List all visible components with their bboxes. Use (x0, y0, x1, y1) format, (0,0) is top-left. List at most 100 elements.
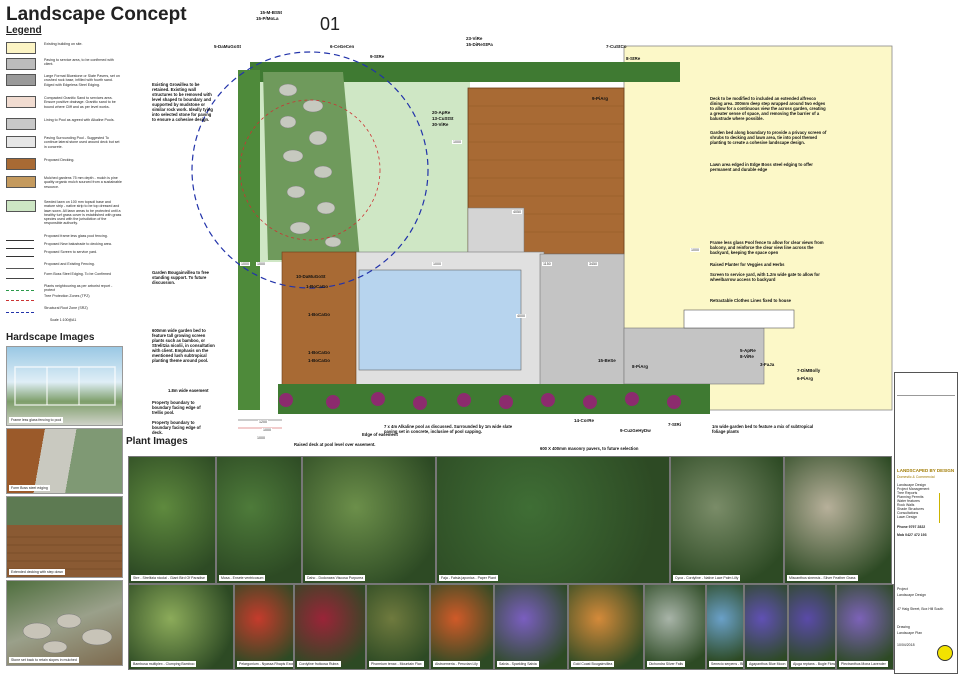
plan-label: 7-StRi (668, 422, 682, 427)
legend-text: Paving Surrounding Pool - Suggested To c… (44, 136, 120, 149)
plan-label: 9-StRe (370, 54, 385, 59)
plan-note: 1.8m wide easement (168, 388, 209, 393)
scale-label: Scale 1:100@A1 (50, 318, 77, 322)
legend-line (6, 312, 34, 313)
garden-bed-left (238, 70, 260, 410)
plan-note: 600 X 400mm masonry pavers, to future se… (540, 446, 639, 451)
mobile-label: Mob 0427 472 193 (897, 533, 927, 537)
dimension: 1000 (256, 436, 266, 440)
plant-image: Pelargonium - Nyassa Rhapis Excelsa (234, 584, 294, 670)
deck-easement (281, 251, 357, 393)
plan-note: Screen to service yard, with 1.2m wide g… (710, 272, 820, 282)
plan-note: Retractable Clothes Lines fixed to house (710, 298, 791, 303)
dimension: 1150 (542, 262, 552, 266)
plant-caption: Phormium tenax - Mountain Flax (369, 661, 424, 667)
legend-text: Structural Root Zone (SRZ) (44, 306, 88, 310)
legend-line (6, 268, 34, 269)
legend-item: Existing building on site. (6, 42, 121, 56)
dimension: 1200 (258, 420, 268, 424)
dimension: 1000 (256, 262, 266, 266)
legend-swatch (6, 200, 36, 212)
dimension: 1000 (240, 262, 250, 266)
plant-image: Salvia - Sparkling Salvia (494, 584, 568, 670)
plan-label: 14-CorRe (574, 418, 595, 423)
legend-text: Tree Protection Zones (TPZ) (44, 294, 90, 298)
plant-caption: Salvia - Sparkling Salvia (497, 661, 539, 667)
plant-images-title: Plant Images (126, 436, 188, 447)
pool (358, 269, 522, 371)
project-value: Landscape Design (897, 593, 926, 597)
legend-text: Proposed and Existing Fencing. (44, 262, 95, 266)
dimension: 4000 (516, 314, 526, 318)
plan-label: 1-BoCaGo (306, 284, 329, 289)
plant-image: Alstroemeria - Peruvian Lily (430, 584, 494, 670)
legend-line (6, 248, 34, 249)
plan-label: 8-PiArg (632, 364, 649, 369)
deck-step (467, 207, 525, 255)
plan-note: 600mm wide garden bed to feature tall gr… (152, 328, 215, 363)
plan-label: 13-CuStSt (432, 116, 454, 121)
plant-caption: Gold Coast Bougainvillea (571, 661, 615, 667)
plant-caption: Alstroemeria - Peruvian Lily (433, 661, 480, 667)
plan-note: Frame less glass Pool fence to allow for… (710, 240, 824, 255)
hardscape-caption: Form Boss steel edging (9, 485, 50, 491)
plan-label: 5-ApRe (740, 348, 756, 353)
plan-note: Raised Planter for Veggies and Herbs (710, 262, 785, 267)
plan-label: 8-ViRe (740, 354, 754, 359)
dimension: 3450 (588, 262, 598, 266)
legend-text: Form Boss Steel Edging. To be Confirmed (44, 272, 112, 276)
plan-label: 15-DiReStPa (466, 42, 493, 47)
legend-item: Compacted Granitic Sand to services area… (6, 96, 121, 110)
dimension: 1000 (690, 248, 700, 252)
plant-caption: Ajuga reptans - Bugle Flower (791, 661, 835, 667)
plan-label: 30-ViRe (432, 122, 449, 127)
plan-note: 7 x 4m Alkaline pool as discussed. Surro… (384, 424, 513, 434)
legend-text: Proposed frame less glass pool fencing. (44, 234, 108, 238)
plant-caption: Stre - Strelitzia nicolai - Giant Bird O… (131, 575, 207, 581)
hardscape-image-decking: Extended decking with step down (6, 496, 123, 578)
plant-image: Daho - Dodonaea Viscosa Purpurea (302, 456, 436, 584)
clothes-line (683, 309, 795, 329)
plan-label: 15-BeSe (598, 358, 616, 363)
hardscape-image-glass-fence: Frame less glass fencing to pool (6, 346, 123, 426)
legend-swatch (6, 158, 36, 170)
phone-label: Phone 9797 2822 (897, 525, 926, 529)
legend-text: Proposed Decking. (44, 158, 75, 162)
legend-text: Lining to Pool as agreed with Alkaline P… (44, 118, 115, 122)
plan-label: 5-DaMuGoSt (214, 44, 241, 49)
plant-caption: Faja - Fatsia japonica - Paper Plant (439, 575, 498, 581)
legend-swatch (6, 58, 36, 70)
plan-note: Property boundary to boundary facing edg… (152, 420, 201, 435)
plan-label: 3-FaJa (760, 362, 775, 367)
legend-line (6, 300, 34, 301)
legend-swatch (6, 118, 36, 130)
plant-caption: Miscanthus sinensis - Silver Feather Gra… (787, 575, 858, 581)
plan-label: 20-ApRe (432, 110, 451, 115)
legend-item: Mulched gardens 75 mm depth - mulch is p… (6, 176, 122, 190)
hardscape-caption: Stone set back to retain slopes in mulch… (9, 657, 79, 663)
legend-text: Proposed New balustrade to decking area. (44, 242, 112, 246)
legend-item: Proposed Decking. (6, 158, 121, 172)
plan-label: 6-PiArg (797, 376, 814, 381)
hardscape-caption: Frame less glass fencing to pool (9, 417, 64, 423)
legend-line (6, 290, 34, 291)
legend-item: Large Format Bluestone or Slate Pavers, … (6, 74, 121, 88)
plant-caption: Cyca - Cordyline - Native Lace Palm Lill… (673, 575, 741, 581)
plant-image: Cordyline fruticosa Rubra (294, 584, 366, 670)
drawing-label: Drawing (897, 625, 910, 629)
project-label: Project (897, 587, 908, 591)
plan-note: Garden bed along boundary to provide a p… (710, 130, 827, 145)
plant-caption: Daho - Dodonaea Viscosa Purpurea (305, 575, 366, 581)
logo-tree-icon (939, 493, 956, 523)
legend-swatch (6, 176, 36, 188)
legend-swatch (6, 74, 36, 86)
plant-image: Musa - Ensete ventricosum (216, 456, 302, 584)
masonry-pavers (539, 253, 625, 389)
dimension: 4050 (512, 210, 522, 214)
company-name: LANDSCAPED BY DESIGN (897, 468, 955, 473)
dimension: 1000 (432, 262, 442, 266)
plan-note: Existing Growillea to be retained. Exist… (152, 82, 213, 122)
plant-image: Phormium tenax - Mountain Flax (366, 584, 430, 670)
landscape-plan (191, 45, 893, 429)
legend-text: Plants neighbouring as per arborist repo… (44, 284, 113, 293)
